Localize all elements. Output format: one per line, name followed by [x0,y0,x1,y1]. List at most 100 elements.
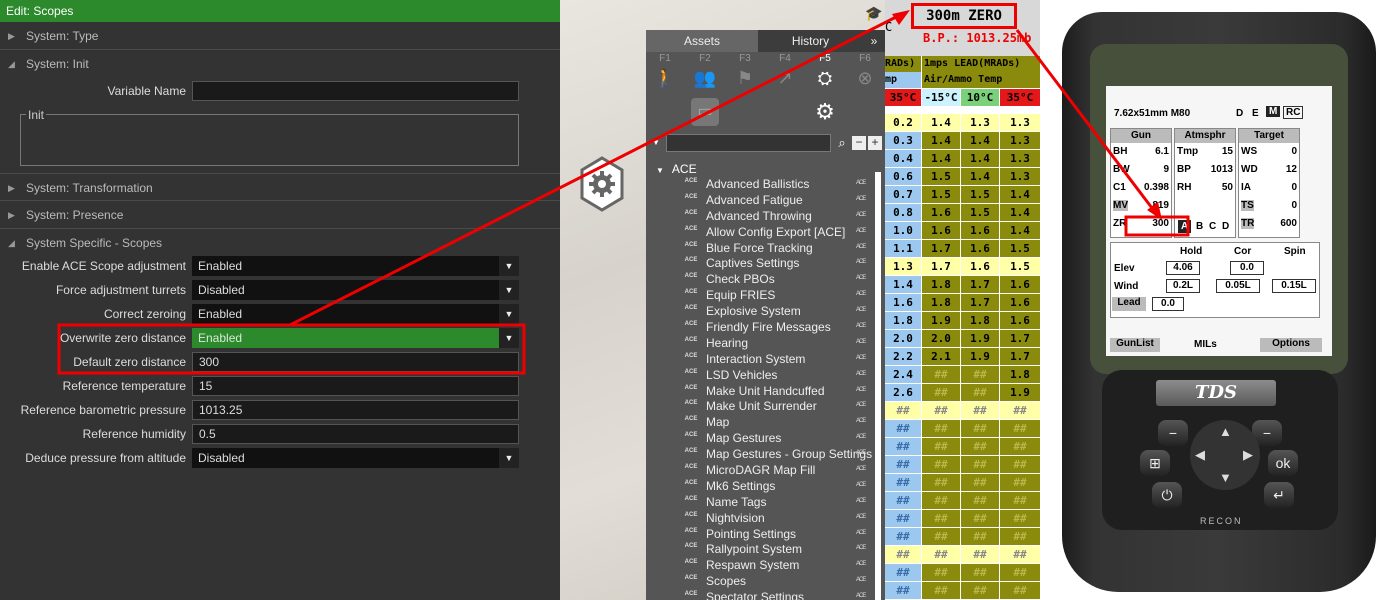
dropdown-arrow-icon[interactable]: ▼ [499,448,519,468]
expand-all-icon[interactable]: + [868,136,882,150]
param-label[interactable]: C1 [1113,182,1126,193]
module-list-item[interactable]: ACE Interaction System ACE [682,351,872,367]
section-system-specific-scopes[interactable]: ◢ System Specific - Scopes [0,229,560,257]
dropdown-arrow-icon[interactable]: ▼ [499,304,519,324]
module-list-item[interactable]: ACE MicroDAGR Map Fill ACE [682,462,872,478]
attr-select[interactable]: Enabled ▼ [192,256,519,276]
param-label[interactable]: BH [1113,146,1127,157]
param-label[interactable]: IA [1241,182,1251,193]
section-system-transformation[interactable]: ▶ System: Transformation [0,173,560,201]
param-label[interactable]: BP [1177,164,1191,175]
module-list-item[interactable]: ACE Equip FRIES ACE [682,287,872,303]
dropdown-arrow-icon[interactable]: ▼ [499,256,519,276]
marker-flag-icon[interactable]: ⚑ [730,68,760,89]
init-textarea[interactable] [20,114,519,166]
attr-select[interactable]: Enabled ▼ [192,328,519,348]
tree-root-ace[interactable]: ▼ ACE [656,162,697,176]
profile-c[interactable]: C [1209,221,1216,232]
waypoint-icon[interactable]: ↗ [770,68,800,89]
dpad[interactable]: ▲ ▼ ◀ ▶ [1190,420,1260,490]
param-label[interactable]: WS [1241,146,1257,157]
windows-button[interactable]: ⊞ [1140,450,1170,476]
mode-m[interactable]: M [1266,106,1281,117]
module-list-item[interactable]: ACE Captives Settings ACE [682,255,872,271]
module-list-item[interactable]: ACE Map ACE [682,414,872,430]
asset-search-input[interactable] [666,134,831,152]
section-system-type[interactable]: ▶ System: Type [0,22,560,50]
fkey-f1[interactable]: F1 [650,53,680,64]
attr-input[interactable]: 1013.25 [192,400,519,420]
disabled-icon[interactable]: ⊗ [850,68,880,89]
profile-b[interactable]: B [1196,221,1203,232]
subcategory-gear-icon[interactable]: ⚙ [811,98,839,126]
module-list-item[interactable]: ACE Hearing ACE [682,335,872,351]
fkey-f2[interactable]: F2 [690,53,720,64]
group-icon[interactable]: 👥 [690,68,720,89]
dropdown-arrow-icon[interactable]: ▼ [499,280,519,300]
module-list-item[interactable]: ACE Map Gestures ACE [682,430,872,446]
editor-hat-icon[interactable]: 🎓 [865,5,883,23]
param-label[interactable]: ZR [1113,218,1126,229]
module-list-item[interactable]: ACE Map Gestures - Group Settings ACE [682,446,872,462]
variable-name-input[interactable] [192,81,519,101]
profile-d[interactable]: D [1222,221,1229,232]
module-list-item[interactable]: ACE Name Tags ACE [682,494,872,510]
arrow-left-icon[interactable]: ◀ [1195,447,1205,463]
param-label[interactable]: TS [1241,200,1254,211]
param-label[interactable]: Tmp [1177,146,1198,157]
attr-input[interactable]: 15 [192,376,519,396]
attr-input[interactable]: 0.5 [192,424,519,444]
mode-d[interactable]: D [1236,108,1243,119]
ok-button[interactable]: ok [1268,450,1298,476]
section-system-presence[interactable]: ▶ System: Presence [0,201,560,229]
tab-expand-button[interactable]: » [863,30,885,52]
softkey-gunlist[interactable]: GunList [1110,338,1160,352]
fkey-f6[interactable]: F6 [850,53,880,64]
mode-rc[interactable]: RC [1283,106,1304,119]
param-label[interactable]: MV [1113,200,1128,211]
arrow-up-icon[interactable]: ▲ [1219,424,1232,439]
module-list-item[interactable]: ACE LSD Vehicles ACE [682,367,872,383]
module-list-item[interactable]: ACE Friendly Fire Messages ACE [682,319,872,335]
fkey-f5[interactable]: F5 [810,53,840,64]
editor-viewport[interactable]: 🎓 Assets History » F1 F2 F3 F4 F5 F6 🚶 👥… [560,0,885,600]
param-label[interactable]: RH [1177,182,1191,193]
module-list-item[interactable]: ACE Nightvision ACE [682,510,872,526]
module-list-item[interactable]: ACE Make Unit Surrender ACE [682,398,872,414]
attr-input[interactable]: 300 [192,352,519,372]
arrow-down-icon[interactable]: ▼ [1219,470,1232,485]
module-gear-icon[interactable] [580,156,624,212]
module-list-item[interactable]: ACE Check PBOs ACE [682,271,872,287]
softkey-options[interactable]: Options [1260,338,1322,352]
unit-icon[interactable]: 🚶 [650,68,680,89]
softkey-mils[interactable]: MILs [1194,339,1217,350]
module-list-item[interactable]: ACE Advanced Ballistics ACE [682,176,872,192]
module-list-item[interactable]: ACE Make Unit Handcuffed ACE [682,383,872,399]
module-list-item[interactable]: ACE Allow Config Export [ACE] ACE [682,224,872,240]
module-list-item[interactable]: ACE Pointing Settings ACE [682,526,872,542]
search-dropdown-icon[interactable]: ▼ [652,138,660,147]
systems-icon[interactable]: ⛭ [810,68,840,89]
module-list-item[interactable]: ACE Blue Force Tracking ACE [682,240,872,256]
module-list-item[interactable]: ACE Advanced Fatigue ACE [682,192,872,208]
enter-button[interactable]: ↵ [1264,482,1294,508]
search-icon[interactable]: ⌕ [834,134,850,152]
fkey-f4[interactable]: F4 [770,53,800,64]
module-list-item[interactable]: ACE Advanced Throwing ACE [682,208,872,224]
param-label[interactable]: TR [1241,218,1255,229]
module-list-item[interactable]: ACE Respawn System ACE [682,557,872,573]
module-list-item[interactable]: ACE Spectator Settings ACE [682,589,872,600]
param-label[interactable]: BW [1113,164,1130,175]
dropdown-arrow-icon[interactable]: ▼ [499,328,519,348]
module-list-item[interactable]: ACE Mk6 Settings ACE [682,478,872,494]
tab-assets[interactable]: Assets [646,30,758,52]
module-list-item[interactable]: ACE Scopes ACE [682,573,872,589]
collapse-all-icon[interactable]: − [852,136,866,150]
tab-history[interactable]: History [758,30,863,52]
arrow-right-icon[interactable]: ▶ [1243,447,1253,463]
subcategory-flag-icon[interactable]: ▭ [691,98,719,126]
section-system-init[interactable]: ◢ System: Init [0,50,560,78]
softkey-left-button[interactable]: − [1158,420,1188,446]
profile-a[interactable]: A [1178,220,1192,233]
module-list-item[interactable]: ACE Rallypoint System ACE [682,541,872,557]
